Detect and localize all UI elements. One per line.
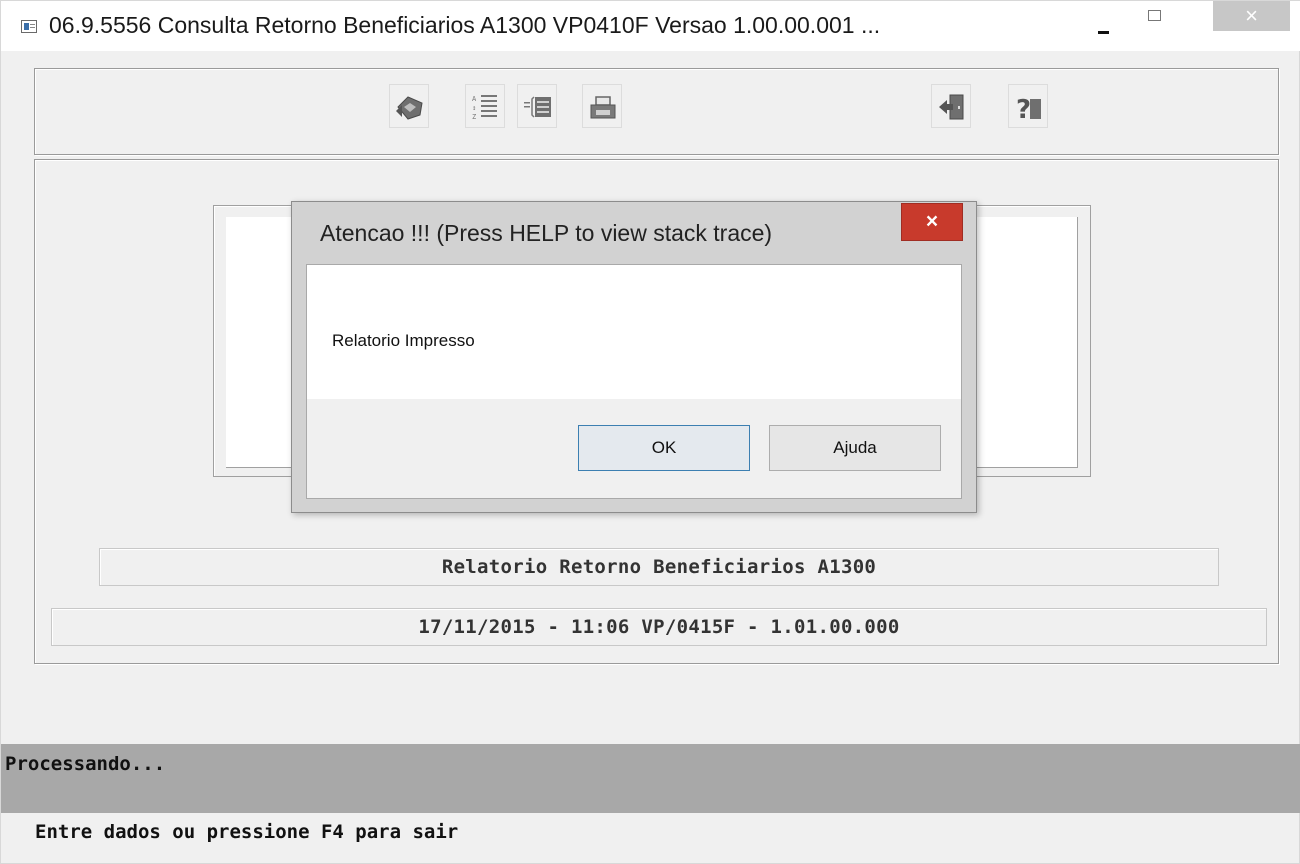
exit-button[interactable]: [931, 84, 971, 128]
help-question-icon: ?: [1016, 95, 1041, 123]
sort-az-icon: A ↕ Z: [472, 95, 497, 121]
window-title: 06.9.5556 Consulta Retorno Beneficiarios…: [49, 12, 881, 38]
ok-button[interactable]: OK: [578, 425, 750, 471]
svg-text:Z: Z: [472, 113, 476, 121]
status-text: Processando...: [5, 753, 166, 775]
help-button[interactable]: ?: [1008, 84, 1048, 128]
dialog-footer: OK Ajuda: [307, 399, 961, 498]
list-icon: [524, 96, 551, 118]
message-line: Entre dados ou pressione F4 para sair: [35, 821, 459, 843]
title-bar[interactable]: 06.9.5556 Consulta Retorno Beneficiarios…: [1, 1, 1300, 51]
report-title: Relatorio Retorno Beneficiarios A1300: [99, 548, 1219, 586]
app-window: 06.9.5556 Consulta Retorno Beneficiarios…: [0, 0, 1300, 864]
maximize-button[interactable]: [1139, 9, 1179, 42]
dialog-body: Relatorio Impresso OK Ajuda: [306, 264, 962, 499]
exit-door-icon: [939, 94, 964, 120]
close-icon: ×: [925, 210, 939, 233]
svg-text:?: ?: [1016, 95, 1031, 123]
alert-dialog: Atencao !!! (Press HELP to view stack tr…: [291, 201, 977, 513]
dialog-title[interactable]: Atencao !!! (Press HELP to view stack tr…: [320, 220, 772, 247]
status-bar: Processando...: [1, 744, 1300, 813]
sort-button[interactable]: A ↕ Z: [465, 84, 505, 128]
dialog-message: Relatorio Impresso: [332, 331, 475, 350]
print-button[interactable]: [582, 84, 622, 128]
help-dialog-button[interactable]: Ajuda: [769, 425, 941, 471]
toolbar: A ↕ Z ?: [34, 68, 1279, 155]
printer-icon: [590, 96, 616, 119]
app-icon[interactable]: [21, 20, 37, 33]
report-info: 17/11/2015 - 11:06 VP/0415F - 1.01.00.00…: [51, 608, 1267, 646]
minimize-button[interactable]: [1093, 9, 1123, 42]
svg-text:A: A: [472, 95, 477, 103]
execute-button[interactable]: [389, 84, 429, 128]
list-button[interactable]: [517, 84, 557, 128]
dialog-close-button[interactable]: ×: [901, 203, 963, 241]
svg-text:↕: ↕: [472, 104, 476, 112]
close-icon: ×: [1245, 3, 1258, 28]
window-close-button[interactable]: ×: [1213, 1, 1290, 31]
execute-icon: [396, 96, 423, 120]
